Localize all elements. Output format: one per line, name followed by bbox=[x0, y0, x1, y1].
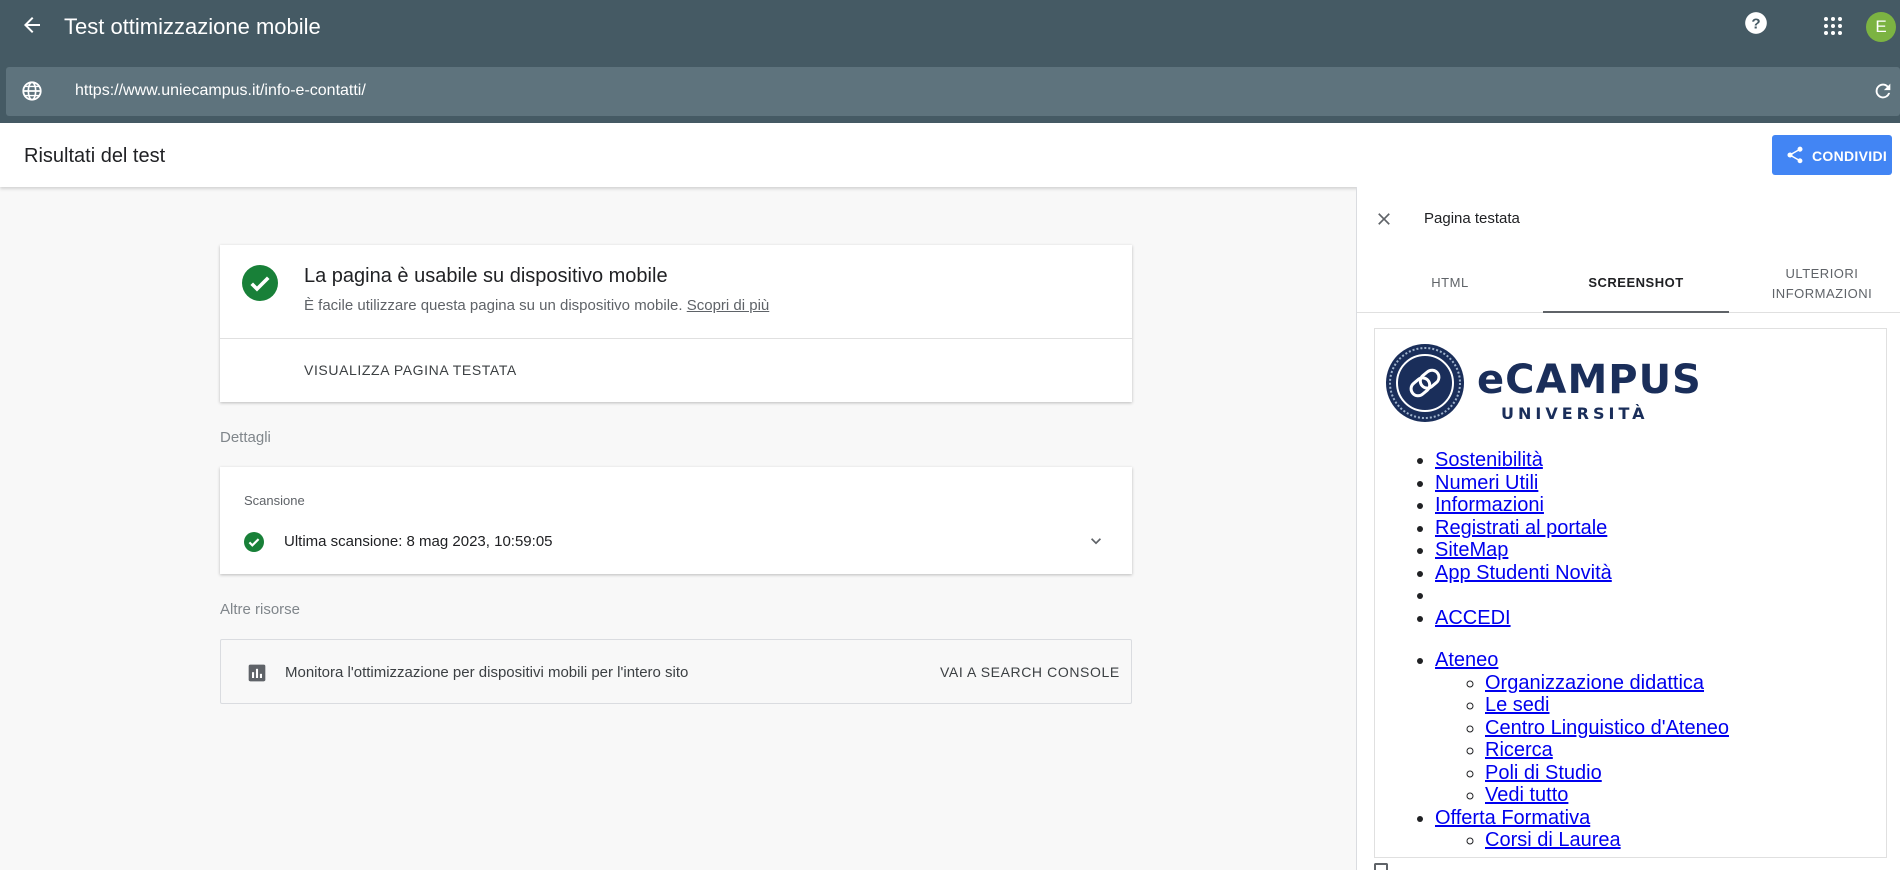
site-link-login[interactable]: ACCEDI bbox=[1435, 607, 1511, 629]
svg-text:?: ? bbox=[1751, 15, 1760, 32]
site-link[interactable]: Sostenibilità bbox=[1435, 449, 1543, 471]
share-label: CONDIVIDI bbox=[1812, 148, 1888, 164]
last-scan-text: Ultima scansione: 8 mag 2023, 10:59:05 bbox=[284, 533, 553, 550]
verdict-subtext: È facile utilizzare questa pagina su un … bbox=[304, 297, 769, 314]
list-item: Offerta Formativa Corsi di Laurea bbox=[1435, 807, 1886, 852]
search-console-link[interactable]: VAI A SEARCH CONSOLE bbox=[940, 664, 1120, 680]
site-link[interactable]: Le sedi bbox=[1485, 694, 1550, 716]
list-item: Corsi di Laurea bbox=[1485, 829, 1886, 852]
ecampus-logo-word: eCAMPUS bbox=[1477, 357, 1702, 403]
site-nav: Sostenibilità Numeri Utili Informazioni … bbox=[1375, 449, 1886, 852]
divider bbox=[220, 338, 1132, 339]
close-icon[interactable] bbox=[1374, 209, 1394, 229]
ecampus-logo-sub: UNIVERSITÀ bbox=[1501, 404, 1649, 423]
tab-html[interactable]: HTML bbox=[1357, 252, 1543, 313]
page-title: Risultati del test bbox=[24, 145, 166, 167]
url-bar[interactable]: https://www.uniecampus.it/info-e-contatt… bbox=[6, 67, 1900, 116]
check-circle-icon bbox=[244, 532, 264, 552]
list-item: SiteMap bbox=[1435, 539, 1886, 562]
resources-text: Monitora l'ottimizzazione per dispositiv… bbox=[285, 664, 689, 681]
phone-icon bbox=[1374, 863, 1388, 870]
list-item: Ricerca bbox=[1485, 739, 1886, 762]
list-item: Sostenibilità bbox=[1435, 449, 1886, 472]
list-item: ACCEDI bbox=[1435, 607, 1886, 630]
site-link[interactable]: Informazioni bbox=[1435, 494, 1544, 516]
list-item: Ateneo Organizzazione didattica Le sedi … bbox=[1435, 649, 1886, 807]
list-item: Organizzazione didattica bbox=[1485, 672, 1886, 695]
globe-icon bbox=[22, 81, 42, 101]
site-link[interactable]: Registrati al portale bbox=[1435, 517, 1607, 539]
site-link[interactable]: SiteMap bbox=[1435, 539, 1508, 561]
tab-more-info-line2: INFORMAZIONI bbox=[1771, 286, 1873, 301]
site-link[interactable]: Poli di Studio bbox=[1485, 762, 1602, 784]
results-header: Risultati del test CONDIVIDI bbox=[0, 123, 1900, 187]
page-screenshot[interactable]: eCAMPUS UNIVERSITÀ Sostenibilità Numeri … bbox=[1374, 328, 1887, 858]
app-title: Test ottimizzazione mobile bbox=[64, 14, 321, 39]
tab-screenshot-label: SCREENSHOT bbox=[1588, 275, 1684, 290]
verdict-subtext-text: È facile utilizzare questa pagina su un … bbox=[304, 297, 683, 314]
scan-title: Scansione bbox=[244, 493, 305, 508]
tab-more-info-line1: ULTERIORI bbox=[1785, 266, 1859, 281]
app-bar: Test ottimizzazione mobile ? E https://w… bbox=[0, 0, 1900, 123]
tab-html-label: HTML bbox=[1431, 275, 1469, 290]
list-item: Numeri Utili bbox=[1435, 472, 1886, 495]
back-arrow-icon[interactable] bbox=[20, 13, 44, 37]
site-link[interactable]: Ateneo bbox=[1435, 649, 1498, 671]
site-link[interactable]: Vedi tutto bbox=[1485, 784, 1568, 806]
ecampus-logo-seal bbox=[1386, 344, 1464, 422]
site-link[interactable]: Centro Linguistico d'Ateneo bbox=[1485, 717, 1729, 739]
check-circle-icon bbox=[242, 265, 278, 301]
verdict-card: La pagina è usabile su dispositivo mobil… bbox=[220, 245, 1132, 402]
site-link[interactable]: Numeri Utili bbox=[1435, 472, 1538, 494]
list-item: Centro Linguistico d'Ateneo bbox=[1485, 717, 1886, 740]
panel-title: Pagina testata bbox=[1424, 210, 1520, 227]
learn-more-link[interactable]: Scopri di più bbox=[687, 297, 770, 314]
chevron-down-icon[interactable] bbox=[1086, 531, 1106, 551]
list-item: Vedi tutto bbox=[1485, 784, 1886, 807]
tab-screenshot[interactable]: SCREENSHOT bbox=[1543, 252, 1729, 313]
tested-page-panel: Pagina testata HTML SCREENSHOT ULTERIORI… bbox=[1356, 187, 1900, 870]
panel-footer bbox=[1357, 863, 1900, 870]
list-item: Le sedi bbox=[1485, 694, 1886, 717]
list-item-empty bbox=[1435, 584, 1886, 607]
site-link[interactable]: Offerta Formativa bbox=[1435, 807, 1590, 829]
apps-grid-icon[interactable] bbox=[1821, 14, 1845, 38]
list-item: App Studenti Novità bbox=[1435, 562, 1886, 585]
footer-partial bbox=[0, 864, 200, 870]
resources-label: Altre risorse bbox=[220, 601, 301, 618]
site-link[interactable]: App Studenti Novità bbox=[1435, 562, 1612, 584]
list-item: Registrati al portale bbox=[1435, 517, 1886, 540]
scan-card[interactable]: Scansione Ultima scansione: 8 mag 2023, … bbox=[220, 467, 1132, 574]
view-tested-page-button[interactable]: VISUALIZZA PAGINA TESTATA bbox=[304, 362, 517, 378]
refresh-icon[interactable] bbox=[1872, 80, 1894, 102]
url-input[interactable]: https://www.uniecampus.it/info-e-contatt… bbox=[75, 82, 366, 100]
tab-more-info[interactable]: ULTERIORI INFORMAZIONI bbox=[1729, 252, 1900, 313]
share-icon bbox=[1787, 146, 1803, 164]
list-item: Informazioni bbox=[1435, 494, 1886, 517]
details-label: Dettagli bbox=[220, 429, 271, 446]
app-bar-row: Test ottimizzazione mobile ? E bbox=[0, 0, 1900, 56]
bar-chart-icon bbox=[248, 664, 266, 682]
avatar[interactable]: E bbox=[1866, 12, 1896, 42]
panel-tabs: HTML SCREENSHOT ULTERIORI INFORMAZIONI bbox=[1357, 252, 1900, 313]
site-link[interactable]: Corsi di Laurea bbox=[1485, 829, 1621, 851]
site-link[interactable]: Ricerca bbox=[1485, 739, 1553, 761]
verdict-heading: La pagina è usabile su dispositivo mobil… bbox=[304, 265, 668, 287]
resources-card: Monitora l'ottimizzazione per dispositiv… bbox=[220, 639, 1132, 704]
list-item: Poli di Studio bbox=[1485, 762, 1886, 785]
help-icon[interactable]: ? bbox=[1743, 10, 1769, 36]
share-button[interactable]: CONDIVIDI bbox=[1772, 135, 1892, 175]
site-link[interactable]: Organizzazione didattica bbox=[1485, 672, 1704, 694]
